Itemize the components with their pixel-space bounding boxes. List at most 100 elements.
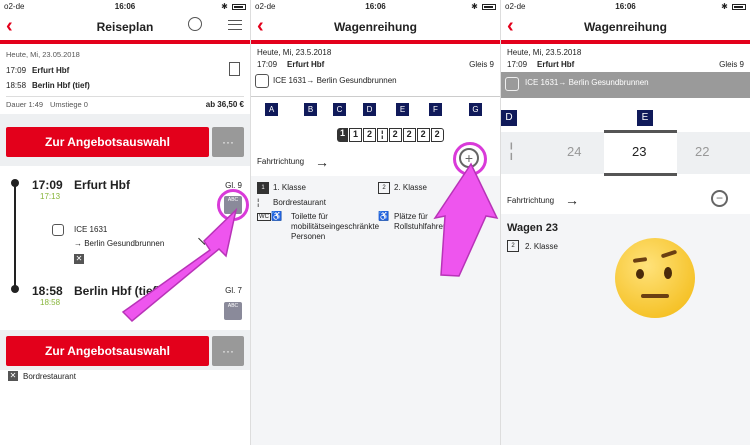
date: Heute, Mi, 23.05.2018 xyxy=(6,50,80,59)
battery-icon: ✱ xyxy=(221,2,246,11)
time-3: 17:09 xyxy=(507,60,528,69)
status-bar: o2-de 16:06 ✱ xyxy=(0,0,250,14)
wagon-2[interactable]: 1 xyxy=(349,128,363,142)
status-bar-2: o2-de 16:06 ✱ xyxy=(251,0,500,14)
restaurant-icon: ¦ xyxy=(257,197,260,207)
clock-2: 16:06 xyxy=(365,2,386,11)
wagon-22[interactable]: 22 xyxy=(695,144,709,159)
fork-knife-icon: ¦ xyxy=(509,140,514,160)
red-divider-2 xyxy=(251,40,500,44)
train-3: ICE 1631→ Berlin Gesundbrunnen xyxy=(525,78,649,87)
restaurant-x-icon: ✕ xyxy=(8,371,18,381)
pink-arrow-1 xyxy=(121,207,238,323)
train-wagons[interactable]: 1 1 2 ¦ 2 2 2 2 xyxy=(337,128,445,142)
section-E-big: E xyxy=(637,110,653,126)
screen-wagenreihung-zoom: o2-de 16:06 ✱ ‹ Wagenreihung Heute, Mi, … xyxy=(500,0,750,445)
more-button[interactable]: ··· xyxy=(212,127,244,157)
train-icon-3 xyxy=(505,77,519,91)
navbar: ‹ Reiseplan xyxy=(0,14,250,40)
date-2: Heute, Mi, 23.5.2018 xyxy=(257,48,332,57)
second-class-icon-3: 2 xyxy=(507,240,519,252)
wheelchair-icon-1: ♿ xyxy=(271,211,283,221)
changes: Umstiege 0 xyxy=(50,100,88,109)
more-button-2[interactable]: ··· xyxy=(212,336,244,366)
legend-first-class: 1. Klasse xyxy=(273,183,306,192)
navbar-2: ‹ Wagenreihung xyxy=(251,14,500,40)
wagon-5[interactable]: 2 xyxy=(402,128,416,142)
price: ab 36,50 € xyxy=(205,100,244,109)
wagon-23[interactable]: 23 xyxy=(632,144,646,159)
timeline xyxy=(14,181,16,289)
restaurant-label: Bordrestaurant xyxy=(23,372,76,381)
station-3: Erfurt Hbf xyxy=(537,60,575,69)
section-G: G xyxy=(469,103,482,116)
screen-wagenreihung: o2-de 16:06 ✱ ‹ Wagenreihung Heute, Mi, … xyxy=(250,0,500,445)
duration: Dauer 1:49 xyxy=(6,100,44,109)
toilet-icon: WC xyxy=(257,213,271,221)
arrival-realtime: 18:58 xyxy=(40,298,61,307)
section-C: C xyxy=(333,103,346,116)
train-2: ICE 1631→ Berlin Gesundbrunnen xyxy=(273,76,397,85)
row-station-2: Berlin Hbf (tief) xyxy=(32,81,90,90)
date-3: Heute, Mi, 23.5.2018 xyxy=(507,48,582,57)
departure-station[interactable]: Erfurt Hbf xyxy=(74,178,130,192)
train-icon xyxy=(52,224,64,236)
direction-label: Fahrtrichtung xyxy=(257,157,305,166)
offer-button-2[interactable]: Zur Angebotsauswahl xyxy=(6,336,209,366)
eyebrow-right xyxy=(660,249,678,259)
raised-eyebrow-emoji xyxy=(615,238,695,318)
page-title: Reiseplan xyxy=(96,20,154,34)
menu-icon[interactable] xyxy=(228,20,242,30)
eye-left xyxy=(636,269,644,279)
battery-icon-3: ✱ xyxy=(721,2,746,11)
wagon-class: 2. Klasse xyxy=(525,242,558,251)
restaurant-wagon[interactable]: ¦ xyxy=(377,128,388,142)
direction-label-3: Fahrtrichtung xyxy=(507,196,555,205)
arrow-right-icon: → xyxy=(315,154,329,170)
eye-right xyxy=(664,267,672,279)
pink-arrow-2 xyxy=(433,162,499,277)
calendar-icon[interactable] xyxy=(229,62,240,76)
legend-toilet: Toilette für mobilitätseingeschränkte Pe… xyxy=(291,212,380,241)
zoom-out-icon[interactable]: − xyxy=(711,190,728,207)
alarm-icon[interactable] xyxy=(188,17,202,31)
legend-second-class: 2. Klasse xyxy=(394,183,427,192)
section-E: E xyxy=(396,103,409,116)
arrow-right-icon-3: → xyxy=(565,192,579,208)
second-class-icon: 2 xyxy=(378,182,390,194)
timeline-dot-start xyxy=(11,179,19,187)
arrival-time: 18:58 xyxy=(32,284,63,298)
wagon-3[interactable]: 2 xyxy=(363,128,377,142)
status-bar-3: o2-de 16:06 ✱ xyxy=(501,0,750,14)
offer-button[interactable]: Zur Angebotsauswahl xyxy=(6,127,209,157)
section-B: B xyxy=(304,103,317,116)
train-icon-2 xyxy=(255,74,269,88)
wagon-7[interactable]: 2 xyxy=(430,128,444,142)
row-station-1: Erfurt Hbf xyxy=(32,66,70,75)
connection-summary[interactable]: Heute, Mi, 23.05.2018 17:09 Erfurt Hbf 1… xyxy=(0,44,250,112)
station-2: Erfurt Hbf xyxy=(287,60,325,69)
wagon-24[interactable]: 24 xyxy=(567,144,581,159)
section-F: F xyxy=(429,103,442,116)
row-time-1: 17:09 xyxy=(6,66,27,75)
wheelchair-icon-2: ♿ xyxy=(378,211,390,221)
section-D: D xyxy=(363,103,376,116)
wagon-1[interactable]: 1 xyxy=(337,128,349,142)
red-divider-3 xyxy=(501,40,750,44)
mouth xyxy=(641,294,669,298)
section-A: A xyxy=(265,103,278,116)
wagon-4[interactable]: 2 xyxy=(388,128,402,142)
navbar-3: ‹ Wagenreihung xyxy=(501,14,750,40)
screen-reiseplan: o2-de 16:06 ✱ ‹ Reiseplan Heute, Mi, 23.… xyxy=(0,0,250,445)
page-title-2: Wagenreihung xyxy=(334,20,417,34)
no-restaurant-icon: ✕ xyxy=(74,254,84,264)
first-class-icon: 1 xyxy=(257,182,269,194)
legend-restaurant: Bordrestaurant xyxy=(273,198,326,207)
train-name: ICE 1631 xyxy=(74,225,108,234)
track-2: Gleis 9 xyxy=(469,60,494,69)
wagon-6[interactable]: 2 xyxy=(416,128,430,142)
wagon-title: Wagen 23 xyxy=(507,222,558,234)
eyebrow-left xyxy=(632,257,648,263)
time-2: 17:09 xyxy=(257,60,278,69)
track-3: Gleis 9 xyxy=(719,60,744,69)
